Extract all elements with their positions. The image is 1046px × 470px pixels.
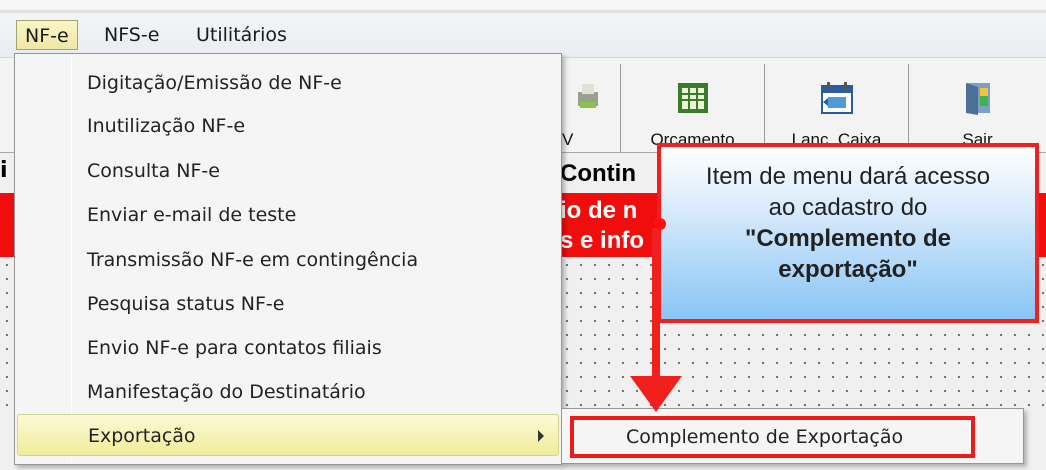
menu-item-complemento-exportacao[interactable]: Complemento de Exportação <box>570 416 975 458</box>
menu-item-inutilizacao[interactable]: Inutilização NF-e <box>17 105 559 147</box>
menu-item-envio-contatos-filiais[interactable]: Envio NF-e para contatos filiais <box>17 327 559 369</box>
menu-item-label: Digitação/Emissão de NF-e <box>87 72 342 94</box>
spreadsheet-icon <box>677 83 708 113</box>
submenu-arrow-icon <box>538 430 544 442</box>
menu-nfe[interactable]: NF-e <box>16 20 78 50</box>
menu-utilitarios[interactable]: Utilitários <box>188 20 295 50</box>
menu-item-label: Inutilização NF-e <box>87 115 246 137</box>
menu-item-digitacao-emissao[interactable]: Digitação/Emissão de NF-e <box>17 62 559 104</box>
menu-item-label: Complemento de Exportação <box>626 426 904 448</box>
menu-item-label: Manifestação do Destinatário <box>87 381 366 403</box>
menu-bar: NF-e NFS-e Utilitários <box>0 0 1046 58</box>
exit-door-icon <box>965 83 990 115</box>
toolbar-button-sair[interactable]: Sair <box>909 64 1046 152</box>
menu-item-label: Pesquisa status NF-e <box>87 293 285 315</box>
menu-item-transmissao-contingencia[interactable]: Transmissão NF-e em contingência <box>17 239 559 281</box>
background-text-fragment: i <box>0 158 8 183</box>
menu-item-label: Exportação <box>88 425 196 447</box>
menu-item-enviar-email[interactable]: Enviar e-mail de teste <box>17 194 559 236</box>
menu-item-label: Envio NF-e para contatos filiais <box>87 337 382 359</box>
menu-item-pesquisa-status[interactable]: Pesquisa status NF-e <box>17 283 559 325</box>
background-heading: Contin <box>560 160 636 187</box>
annotation-arrow-shaft <box>652 228 660 383</box>
menu-item-label: Enviar e-mail de teste <box>87 204 297 226</box>
callout-line-bold: "Complemento de <box>744 225 952 252</box>
calendar-cash-icon <box>820 82 853 114</box>
toolbar-button-orcamento[interactable]: Orcamento <box>621 64 764 152</box>
annotation-arrow-head-icon <box>630 376 682 412</box>
title-strip <box>0 10 1046 13</box>
annotation-callout: Item de menu dará acesso ao cadastro do … <box>657 143 1039 323</box>
callout-line: ao cadastro do <box>768 194 928 221</box>
menu-item-consulta[interactable]: Consulta NF-e <box>17 150 559 192</box>
callout-text: Item de menu dará acesso ao cadastro do … <box>671 161 1025 285</box>
callout-line: Item de menu dará acesso <box>705 163 991 190</box>
toolbar-button-print[interactable]: V <box>560 64 618 152</box>
menu-nfse[interactable]: NFS-e <box>96 20 167 50</box>
callout-line-bold: exportação" <box>778 256 918 283</box>
menu-item-label: Consulta NF-e <box>87 160 220 182</box>
menu-item-exportacao[interactable]: Exportação <box>17 414 559 456</box>
nfe-dropdown-menu: Digitação/Emissão de NF-e Inutilização N… <box>14 53 562 465</box>
toolbar-button-lanc-caixa[interactable]: Lanc. Caixa <box>765 64 908 152</box>
menu-item-label: Transmissão NF-e em contingência <box>87 249 419 271</box>
printer-icon <box>578 84 598 108</box>
menu-item-manifestacao-destinatario[interactable]: Manifestação do Destinatário <box>17 371 559 413</box>
toolbar-label: V <box>562 130 574 149</box>
exportacao-submenu: Complemento de Exportação <box>561 408 1024 464</box>
